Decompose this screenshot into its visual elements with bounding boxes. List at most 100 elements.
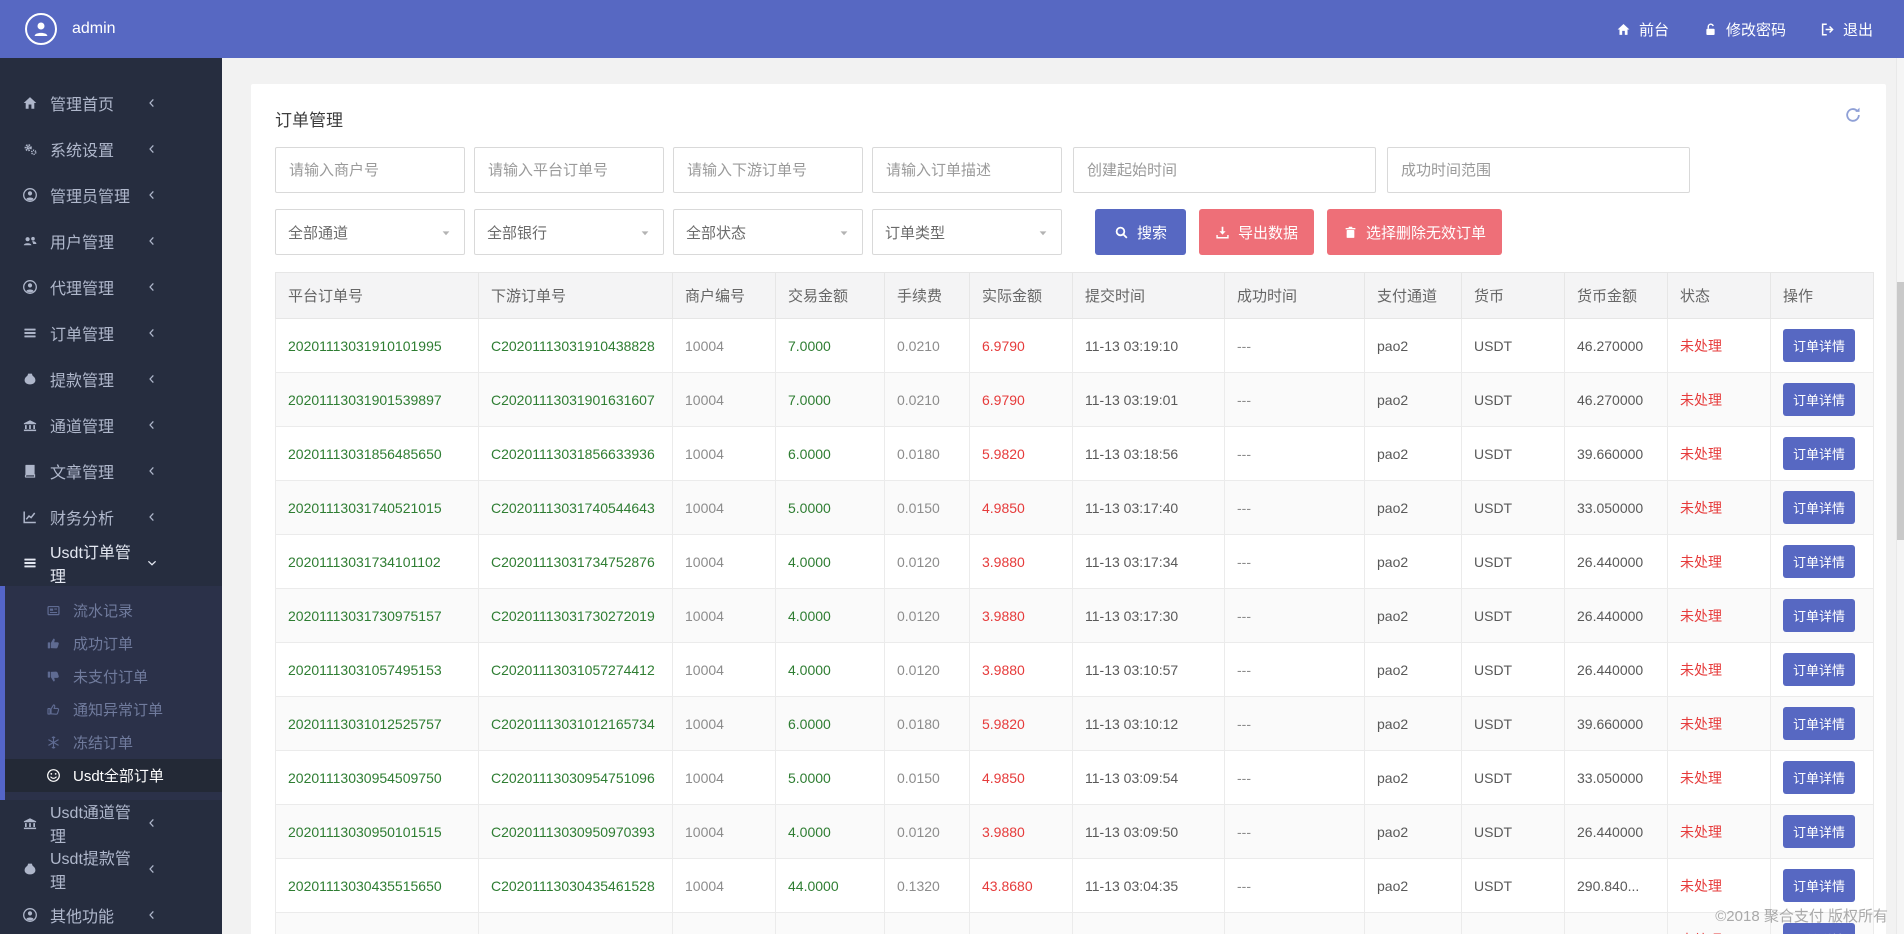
filter-input-1[interactable] xyxy=(474,147,664,193)
refresh-button[interactable] xyxy=(1844,106,1862,124)
page-title: 订单管理 xyxy=(275,111,343,130)
angle-left-icon xyxy=(149,282,154,291)
search-icon xyxy=(1115,226,1128,238)
sidebar-item-7[interactable]: 通道管理 xyxy=(0,402,222,448)
cell-merchant_id: 10004 xyxy=(672,804,776,859)
cell-fee: 0.0210 xyxy=(884,318,970,373)
cell-status: 未处理 xyxy=(1667,750,1771,805)
search-button[interactable]: 搜索 xyxy=(1095,209,1187,255)
sidebar-item-2[interactable]: 管理员管理 xyxy=(0,172,222,218)
sidebar-item-11[interactable]: Usdt通道管理 xyxy=(0,800,222,846)
sidebar-item-5[interactable]: 订单管理 xyxy=(0,310,222,356)
cell-amount: 7.0000 xyxy=(775,318,885,373)
cell-platform_order_no: 20201113030954509750 xyxy=(275,750,479,805)
order-detail-button[interactable]: 订单详情 xyxy=(1783,707,1856,740)
sidebar-item-6[interactable]: 提款管理 xyxy=(0,356,222,402)
cell-downstream_order_no: C20201113030435461528 xyxy=(478,858,673,913)
sidebar-submenu: 流水记录 成功订单 未支付订单 通知异常订单 冻结订单 Usdt全部订单 xyxy=(0,586,222,800)
sidebar-item-3[interactable]: 用户管理 xyxy=(0,218,222,264)
cell-fee: 0.0150 xyxy=(884,750,970,805)
order-detail-button[interactable]: 订单详情 xyxy=(1783,761,1856,794)
scrollbar-thumb[interactable] xyxy=(1897,282,1904,540)
topbar-link-2[interactable]: 退出 xyxy=(1803,19,1890,40)
filter-select-3[interactable]: 订单类型 xyxy=(872,209,1062,255)
main-content: 订单管理 全部通道 全部银行 全部状态 订单类型 搜索 导出数据 选择删除无效订单 平台订单… xyxy=(222,58,1904,934)
sidebar-item-9[interactable]: 财务分析 xyxy=(0,494,222,540)
order-detail-button[interactable]: 订单详情 xyxy=(1783,329,1856,362)
cell-channel: pao2 xyxy=(1364,804,1462,859)
filter-select-1[interactable]: 全部银行 xyxy=(474,209,664,255)
order-detail-button[interactable]: 订单详情 xyxy=(1783,599,1856,632)
order-detail-button[interactable]: 订单详情 xyxy=(1783,545,1856,578)
cell-fee: 0.0120 xyxy=(884,534,970,589)
snowflake-icon xyxy=(48,736,59,749)
sidebar-subitem-2[interactable]: 未支付订单 xyxy=(5,660,222,693)
filter-select-0[interactable]: 全部通道 xyxy=(275,209,465,255)
card-header: 订单管理 xyxy=(275,106,1862,131)
order-detail-button[interactable]: 订单详情 xyxy=(1783,383,1856,416)
order-detail-button[interactable]: 订单详情 xyxy=(1783,869,1856,902)
action-button-1[interactable]: 导出数据 xyxy=(1199,209,1315,255)
topbar-link-1[interactable]: 修改密码 xyxy=(1686,19,1803,40)
sidebar-item-0[interactable]: 管理首页 xyxy=(0,80,222,126)
sidebar-item-13[interactable]: 其他功能 xyxy=(0,892,222,934)
sidebar-item-label: 其他功能 xyxy=(50,909,115,926)
cell-action: 订单详情 xyxy=(1770,696,1874,751)
sidebar-item-8[interactable]: 文章管理 xyxy=(0,448,222,494)
sidebar-subitem-5[interactable]: Usdt全部订单 xyxy=(5,759,222,792)
order-detail-button[interactable]: 订单详情 xyxy=(1783,653,1856,686)
cell-status: 未处理 xyxy=(1667,372,1771,427)
sidebar-subitem-1[interactable]: 成功订单 xyxy=(5,627,222,660)
cell-merchant_id: 10004 xyxy=(672,372,776,427)
cell-channel: pao2 xyxy=(1364,588,1462,643)
topbar-link-0[interactable]: 前台 xyxy=(1599,19,1686,40)
bank-icon xyxy=(23,420,37,432)
sidebar-item-1[interactable]: 系统设置 xyxy=(0,126,222,172)
order-detail-button[interactable]: 订单详情 xyxy=(1783,815,1856,848)
cell-fee: 0.0180 xyxy=(884,426,970,481)
user-circle-icon xyxy=(23,280,37,294)
filter-input-4[interactable] xyxy=(1073,147,1376,193)
filter-input-0[interactable] xyxy=(275,147,465,193)
cell-downstream_order_no: C20201113030954751096 xyxy=(478,750,673,805)
cell-currency_amount: 19.830000 xyxy=(1564,912,1668,934)
avatar[interactable] xyxy=(25,13,57,45)
thumbs-up-icon xyxy=(47,638,59,649)
sidebar-item-label: 文章管理 xyxy=(50,465,115,482)
cell-platform_order_no: 20201113031057495153 xyxy=(275,642,479,697)
filter-input-5[interactable] xyxy=(1387,147,1690,193)
sidebar-subitem-4[interactable]: 冻结订单 xyxy=(5,726,222,759)
filter-select-2[interactable]: 全部状态 xyxy=(673,209,863,255)
cell-currency: USDT xyxy=(1461,426,1565,481)
sidebar-subitem-0[interactable]: 流水记录 xyxy=(5,594,222,627)
cell-success_time: --- xyxy=(1224,318,1365,373)
filter-select-value: 订单类型 xyxy=(885,224,946,242)
cell-amount: 7.0000 xyxy=(775,372,885,427)
sidebar-item-10[interactable]: Usdt订单管理 xyxy=(0,540,222,586)
cell-submit_time: 11-13 03:18:56 xyxy=(1072,426,1225,481)
order-detail-button[interactable]: 订单详情 xyxy=(1783,437,1856,470)
action-button-2[interactable]: 选择删除无效订单 xyxy=(1327,209,1503,255)
sidebar-item-4[interactable]: 代理管理 xyxy=(0,264,222,310)
cell-platform_order_no: 20201113031910101995 xyxy=(275,318,479,373)
cell-merchant_id: 10004 xyxy=(672,480,776,535)
user-circle-icon xyxy=(23,908,37,922)
cell-fee: 0.0180 xyxy=(884,696,970,751)
filter-input-3[interactable] xyxy=(872,147,1062,193)
sidebar-subitem-3[interactable]: 通知异常订单 xyxy=(5,693,222,726)
caret-down-icon xyxy=(641,230,649,235)
cell-fee: 0.0120 xyxy=(884,804,970,859)
cell-action: 订单详情 xyxy=(1770,426,1874,481)
cell-currency: USDT xyxy=(1461,480,1565,535)
cell-actual_amount: 3.9880 xyxy=(969,642,1073,697)
column-header-fee: 手续费 xyxy=(884,272,970,319)
filter-select-value: 全部通道 xyxy=(288,224,349,242)
cell-platform_order_no: 20201113030421535048 xyxy=(275,912,479,934)
cell-merchant_id: 10004 xyxy=(672,750,776,805)
cell-merchant_id: 10004 xyxy=(672,912,776,934)
cogs-icon xyxy=(24,144,37,156)
sidebar-item-12[interactable]: Usdt提款管理 xyxy=(0,846,222,892)
order-detail-button[interactable]: 订单详情 xyxy=(1783,491,1856,524)
filter-input-2[interactable] xyxy=(673,147,863,193)
sidebar-item-label: 订单管理 xyxy=(50,327,115,344)
